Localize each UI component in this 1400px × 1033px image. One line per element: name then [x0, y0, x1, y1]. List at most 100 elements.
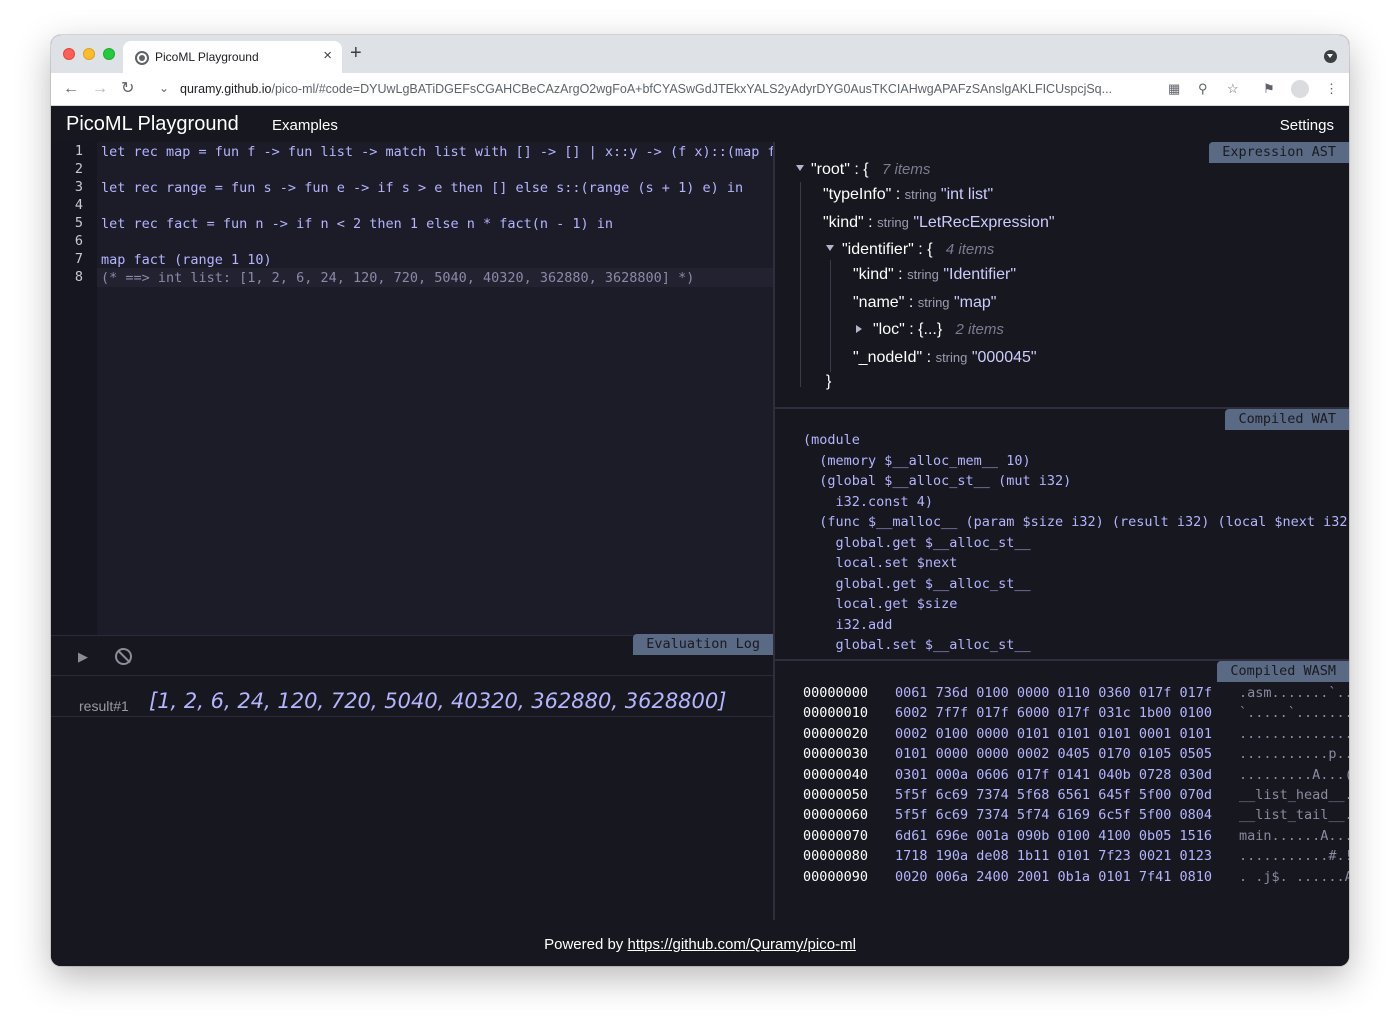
zoom-icon[interactable]: ⚲ — [1198, 81, 1208, 97]
code-line[interactable]: let rec range = fun s -> fun e -> if s >… — [101, 179, 773, 197]
tab-search-icon[interactable] — [1324, 50, 1337, 63]
tab-close-icon[interactable]: × — [323, 47, 332, 64]
new-tab-button[interactable]: + — [350, 43, 362, 63]
forward-icon[interactable]: → — [92, 79, 108, 99]
wasm-hex: 6d61 696e 001a 090b 0100 4100 0b05 1516 — [895, 827, 1212, 844]
window-close-icon[interactable] — [63, 48, 75, 60]
back-icon[interactable]: ← — [63, 79, 79, 99]
wasm-hex: 5f5f 6c69 7374 5f68 6561 645f 5f00 070d — [895, 787, 1212, 803]
code-line-comment[interactable]: (* ==> int list: [1, 2, 6, 24, 120, 720,… — [101, 269, 773, 287]
tab-expression-ast[interactable]: Expression AST — [1209, 142, 1349, 163]
wasm-offset: 00000080 — [803, 848, 869, 865]
wasm-ascii: __list_tail__... — [1239, 807, 1349, 824]
url-host: quramy.github.io — [180, 82, 272, 96]
wasm-ascii: `.....`........ — [1239, 705, 1349, 722]
ast-value: "int list" — [940, 186, 994, 203]
compiled-wat-panel: Compiled WAT (module (memory $__alloc_me… — [775, 409, 1349, 659]
ast-key: "kind" — [823, 214, 864, 231]
wasm-offset: 00000070 — [803, 827, 869, 844]
ast-value: "000045" — [971, 349, 1037, 366]
tab-compiled-wat[interactable]: Compiled WAT — [1225, 409, 1349, 430]
wasm-offset: 00000000 — [803, 685, 869, 701]
wasm-offset: 00000050 — [803, 787, 869, 803]
url-field[interactable]: ⌄ quramy.github.io/pico-ml/#code=DYUwLgB… — [149, 76, 1247, 103]
tab-evaluation-log[interactable]: Evaluation Log — [633, 634, 773, 655]
browser-tab[interactable]: PicoML Playground × — [123, 41, 342, 73]
code-editor[interactable]: 1 let rec map = fun f -> fun list -> mat… — [51, 142, 773, 635]
wat-line: (memory $__alloc_mem__ 10) — [803, 453, 1031, 469]
result-divider — [51, 716, 773, 717]
profile-avatar-icon[interactable] — [1291, 80, 1309, 98]
ast-id-name-row: "name" : string "map" — [853, 294, 996, 312]
clear-icon-slash — [117, 649, 131, 664]
wasm-hex: 0101 0000 0000 0002 0405 0170 0105 0505 — [895, 746, 1212, 763]
tab-compiled-wasm[interactable]: Compiled WASM — [1217, 661, 1349, 682]
github-link[interactable]: https://github.com/Quramy/pico-ml — [627, 936, 855, 953]
examples-link[interactable]: Examples — [272, 117, 338, 134]
clear-icon[interactable] — [115, 648, 132, 665]
url-text[interactable]: quramy.github.io/pico-ml/#code=DYUwLgBAT… — [180, 82, 1160, 96]
reload-icon[interactable]: ↻ — [121, 79, 134, 99]
ast-value: "LetRecExpression" — [913, 214, 1055, 231]
wasm-hex: 6002 7f7f 017f 6000 017f 031c 1b00 0100 — [895, 705, 1212, 722]
ast-kind-row: "kind" : string "LetRecExpression" — [823, 214, 1055, 232]
ast-key: "_nodeId" — [853, 349, 923, 366]
app-root: PicoML Playground Examples Settings 1 le… — [51, 106, 1349, 966]
code-line[interactable]: let rec map = fun f -> fun list -> match… — [101, 143, 773, 161]
ast-collapsed: {...} — [918, 321, 943, 338]
browser-menu-icon[interactable]: ⋮ — [1325, 81, 1338, 97]
wasm-hex: 0301 000a 0606 017f 0141 040b 0728 030d — [895, 766, 1212, 783]
ast-key: "loc" — [873, 321, 905, 338]
bookmark-star-icon[interactable]: ☆ — [1227, 81, 1239, 97]
brand-title[interactable]: PicoML Playground — [66, 113, 239, 136]
wasm-ascii: .asm.......`... — [1239, 685, 1349, 701]
evaluation-log-panel: result#1 [1, 2, 6, 24, 120, 720, 5040, 4… — [51, 675, 773, 920]
ast-identifier-row[interactable]: "identifier" : { 4 items — [842, 241, 994, 259]
chevron-down-icon[interactable]: ⌄ — [159, 81, 169, 95]
ast-key: "identifier" — [842, 241, 914, 258]
line-number: 2 — [74, 161, 83, 177]
ast-count: 4 items — [945, 241, 995, 258]
wasm-offset: 00000040 — [803, 766, 869, 783]
ast-colon: : — [918, 241, 923, 258]
expand-loc-icon[interactable] — [856, 325, 862, 333]
result-label: result#1 — [79, 698, 129, 714]
translate-icon[interactable]: ▦ — [1168, 81, 1180, 97]
ast-indent-guide — [800, 182, 801, 387]
ast-root-row[interactable]: "root" : { 7 items — [811, 161, 930, 179]
ast-colon: : — [868, 214, 873, 231]
ast-brace: { — [927, 241, 933, 258]
line-number: 5 — [74, 215, 83, 231]
wasm-offset: 00000060 — [803, 807, 869, 824]
expand-root-icon[interactable] — [796, 165, 804, 171]
window-minimize-icon[interactable] — [83, 48, 95, 60]
line-number: 8 — [74, 269, 83, 285]
play-icon[interactable]: ▶ — [78, 649, 88, 665]
eval-toolbar: ▶ Evaluation Log — [51, 634, 773, 675]
tab-title: PicoML Playground — [155, 50, 259, 64]
ast-count: 2 items — [955, 321, 1004, 338]
ast-type: string — [907, 267, 939, 282]
ast-id-kind-row: "kind" : string "Identifier" — [853, 266, 1016, 284]
browser-window: PicoML Playground × + ← → ↻ ⌄ quramy.git… — [51, 35, 1349, 966]
window-zoom-icon[interactable] — [103, 48, 115, 60]
line-number: 1 — [74, 143, 83, 159]
wasm-hex: 1718 190a de08 1b11 0101 7f23 0021 0123 — [895, 848, 1212, 865]
wasm-hex: 0061 736d 0100 0000 0110 0360 017f 017f — [895, 685, 1212, 701]
settings-link[interactable]: Settings — [1280, 117, 1334, 134]
ast-typeinfo-row: "typeInfo" : string "int list" — [823, 186, 993, 204]
expand-identifier-icon[interactable] — [826, 245, 834, 251]
ast-brace: { — [863, 161, 869, 178]
wasm-ascii: ...........#.!.# — [1239, 848, 1349, 865]
wasm-ascii: .........A...(.. — [1239, 766, 1349, 783]
wasm-ascii: ............... — [1239, 725, 1349, 742]
code-line[interactable]: map fact (range 1 10) — [101, 251, 773, 269]
wasm-ascii: __list_head__... — [1239, 787, 1349, 803]
code-line[interactable]: let rec fact = fun n -> if n < 2 then 1 … — [101, 215, 773, 233]
ast-colon: : — [895, 186, 901, 203]
ast-colon: : — [909, 321, 914, 338]
ast-id-loc-row[interactable]: "loc" : {...} 2 items — [873, 321, 1004, 339]
line-number: 7 — [74, 251, 83, 267]
extension-icon[interactable]: ⚑ — [1263, 81, 1275, 97]
ast-type: string — [877, 215, 909, 230]
